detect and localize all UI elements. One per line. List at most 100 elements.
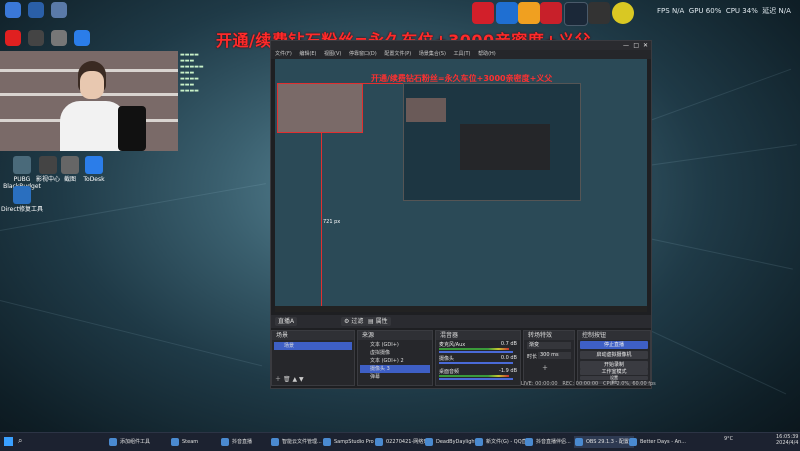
mixer-channel-2-label: 摄像头 — [439, 356, 455, 362]
weather-widget[interactable]: 9°C — [724, 436, 733, 442]
windows-start-icon[interactable] — [4, 437, 13, 446]
scene-indicator[interactable]: 直播A — [275, 317, 298, 326]
menu-file[interactable]: 文件(F) — [275, 51, 292, 57]
app-icon-6[interactable] — [588, 2, 610, 24]
taskbar-item[interactable]: Better Days - An... — [628, 436, 686, 448]
scene-item[interactable]: 场景 — [274, 342, 352, 350]
mixer-channel-1-slider[interactable] — [439, 351, 513, 353]
preview-webcam — [277, 83, 363, 133]
taskbar-item[interactable]: 抖音直播 — [220, 436, 252, 448]
fps-value: N/A — [671, 7, 685, 15]
top-left-icon-6[interactable] — [51, 30, 67, 46]
transitions-dock: 转场特效 渐变 时长 300 ms ＋ — [523, 330, 575, 386]
top-left-icon-1[interactable] — [5, 2, 21, 18]
mixer-channel-2-slider[interactable] — [439, 362, 513, 364]
menu-edit[interactable]: 编辑(E) — [299, 51, 316, 57]
mixer-channel-3-db: -1.9 dB — [499, 368, 517, 374]
transition-select[interactable]: 渐变 — [527, 342, 571, 349]
source-item[interactable]: 虚拟摄像 — [360, 349, 430, 357]
source-label: 摄像头 3 — [370, 366, 390, 372]
scenes-toolbar: ＋ 🗑 ▲ ▼ — [275, 374, 304, 383]
controls-title: 控制按钮 — [578, 331, 650, 340]
taskbar-item[interactable]: 添加组件工具 — [108, 436, 150, 448]
mixer-channel-2-db: 0.0 dB — [500, 355, 517, 361]
status-cpu: CPU: 2.0%, 60.00 fps — [603, 381, 656, 387]
duration-label: 时长 — [527, 354, 538, 360]
sources-title: 来源 — [358, 331, 432, 340]
taskbar-item[interactable]: 智能云文件管理... — [270, 436, 322, 448]
search-icon[interactable]: ⌕ — [18, 436, 22, 446]
sources-dock: 来源 文本 (GDI+) 虚拟摄像 文本 (GDI+) 2 摄像头 3 弹幕 — [357, 330, 433, 386]
top-left-icon-2[interactable] — [28, 2, 44, 18]
app-icon-4[interactable] — [540, 2, 562, 24]
filter-button[interactable]: ⚙ 过滤 — [341, 317, 367, 326]
menu-profile[interactable]: 配置文件(P) — [384, 51, 411, 57]
controls-dock: 控制按钮 停止直播 启动虚拟摄像机 开始录制 工作室模式 设置 退出 — [577, 330, 651, 386]
app-icon-7[interactable] — [612, 2, 634, 24]
start-recording-button[interactable]: 开始录制 — [580, 361, 648, 369]
source-item[interactable]: 文本 (GDI+) 2 — [360, 357, 430, 365]
move-up-icon[interactable]: ▲ — [292, 376, 297, 383]
app-icon-3[interactable] — [518, 2, 540, 24]
netease-music-icon[interactable] — [472, 2, 494, 24]
menu-scene-collection[interactable]: 场景集合(S) — [419, 51, 446, 57]
move-down-icon[interactable]: ▼ — [299, 376, 304, 383]
obs-preview[interactable]: 开通/续费钻石粉丝=永久车位+3000亲密度+义父 721 px — [275, 59, 647, 309]
latency-value: N/A — [778, 7, 791, 15]
remove-scene-icon[interactable]: 🗑 — [283, 376, 291, 383]
taskbar-item[interactable]: 抖音直播伴侣... — [524, 436, 571, 448]
steam-icon[interactable] — [564, 2, 588, 26]
source-item[interactable]: 摄像头 3 — [360, 365, 430, 373]
desktop-icon-direct[interactable]: Direct修复工具 — [0, 186, 44, 213]
properties-button[interactable]: ▤ 属性 — [365, 317, 391, 326]
top-left-icon-5[interactable] — [28, 30, 44, 46]
cpu-value: 34% — [742, 7, 758, 15]
obs-titlebar[interactable]: — □ ✕ — [271, 41, 651, 50]
taskbar-item[interactable]: DeadByDaylight — [424, 436, 477, 448]
close-icon[interactable]: ✕ — [643, 42, 648, 49]
clock-date: 2024/4/4 — [776, 440, 799, 446]
mixer-channel-3-label: 桌面音频 — [439, 369, 460, 375]
app-icon-2[interactable] — [496, 2, 518, 24]
menu-docks[interactable]: 停靠窗口(D) — [349, 51, 377, 57]
obs-statusbar: LIVE: 00:00:00 REC: 00:00:00 CPU: 2.0%, … — [521, 381, 656, 387]
add-transition-icon[interactable]: ＋ — [542, 363, 548, 372]
mixer-dock: 混音器 麦克风/Aux 0.7 dB 摄像头 0.0 dB 桌面音频 -1.9 … — [435, 330, 521, 386]
add-scene-icon[interactable]: ＋ — [275, 376, 281, 383]
desktop-icon-label: ToDesk — [83, 176, 105, 183]
source-label: 虚拟摄像 — [370, 350, 391, 356]
mixer-channel-1-meter — [439, 348, 509, 350]
source-label: 弹幕 — [370, 374, 381, 380]
desktop-icon-todesk[interactable]: ToDesk — [72, 156, 116, 183]
source-label: 文本 (GDI+) 2 — [370, 358, 404, 364]
top-left-icon-7[interactable] — [74, 30, 90, 46]
obs-window[interactable]: — □ ✕ 文件(F) 编辑(E) 视图(V) 停靠窗口(D) 配置文件(P) … — [270, 40, 656, 389]
minimize-icon[interactable]: — — [623, 42, 629, 49]
direct-repair-icon — [13, 186, 31, 204]
scene-toolbar: 直播A ⚙ 过滤 ▤ 属性 — [271, 315, 651, 328]
menu-view[interactable]: 视图(V) — [324, 51, 341, 57]
gpu-value: 60% — [705, 7, 722, 15]
taskbar-item-obs[interactable]: OBS 29.1.3 - 配置... — [574, 436, 634, 448]
menu-help[interactable]: 帮助(H) — [478, 51, 496, 57]
latency-label: 延迟 — [762, 7, 777, 15]
top-left-icon-3[interactable] — [51, 2, 67, 18]
taskbar-item[interactable]: 新文件(G) - QQ直... — [474, 436, 531, 448]
todesk-icon — [85, 156, 103, 174]
source-item[interactable]: 弹幕 — [360, 373, 430, 381]
stop-streaming-button[interactable]: 停止直播 — [580, 341, 648, 349]
scene-tab-label: 直播A — [278, 318, 295, 325]
filter-icon: ⚙ — [344, 318, 350, 325]
start-virtual-camera-button[interactable]: 启动虚拟摄像机 — [580, 351, 648, 359]
duration-input[interactable]: 300 ms — [538, 352, 571, 359]
status-rec: REC: 00:00:00 — [562, 381, 599, 387]
menu-tools[interactable]: 工具(T) — [454, 51, 471, 57]
mixer-channel-3-slider[interactable] — [439, 378, 513, 380]
taskbar-item-steam[interactable]: Steam — [170, 436, 198, 448]
maximize-icon[interactable]: □ — [633, 42, 639, 49]
source-item[interactable]: 文本 (GDI+) — [360, 341, 430, 349]
chat-overlay: ▬▬▬▬ ▬▬▬ ▬▬▬▬▬ ▬▬▬ ▬▬▬▬ ▬▬▬ ▬▬▬▬ — [180, 52, 204, 94]
webcam-overlay — [0, 51, 178, 151]
clock[interactable]: 16:05:39 2024/4/4 — [776, 434, 798, 446]
top-left-icon-4[interactable] — [5, 30, 21, 46]
